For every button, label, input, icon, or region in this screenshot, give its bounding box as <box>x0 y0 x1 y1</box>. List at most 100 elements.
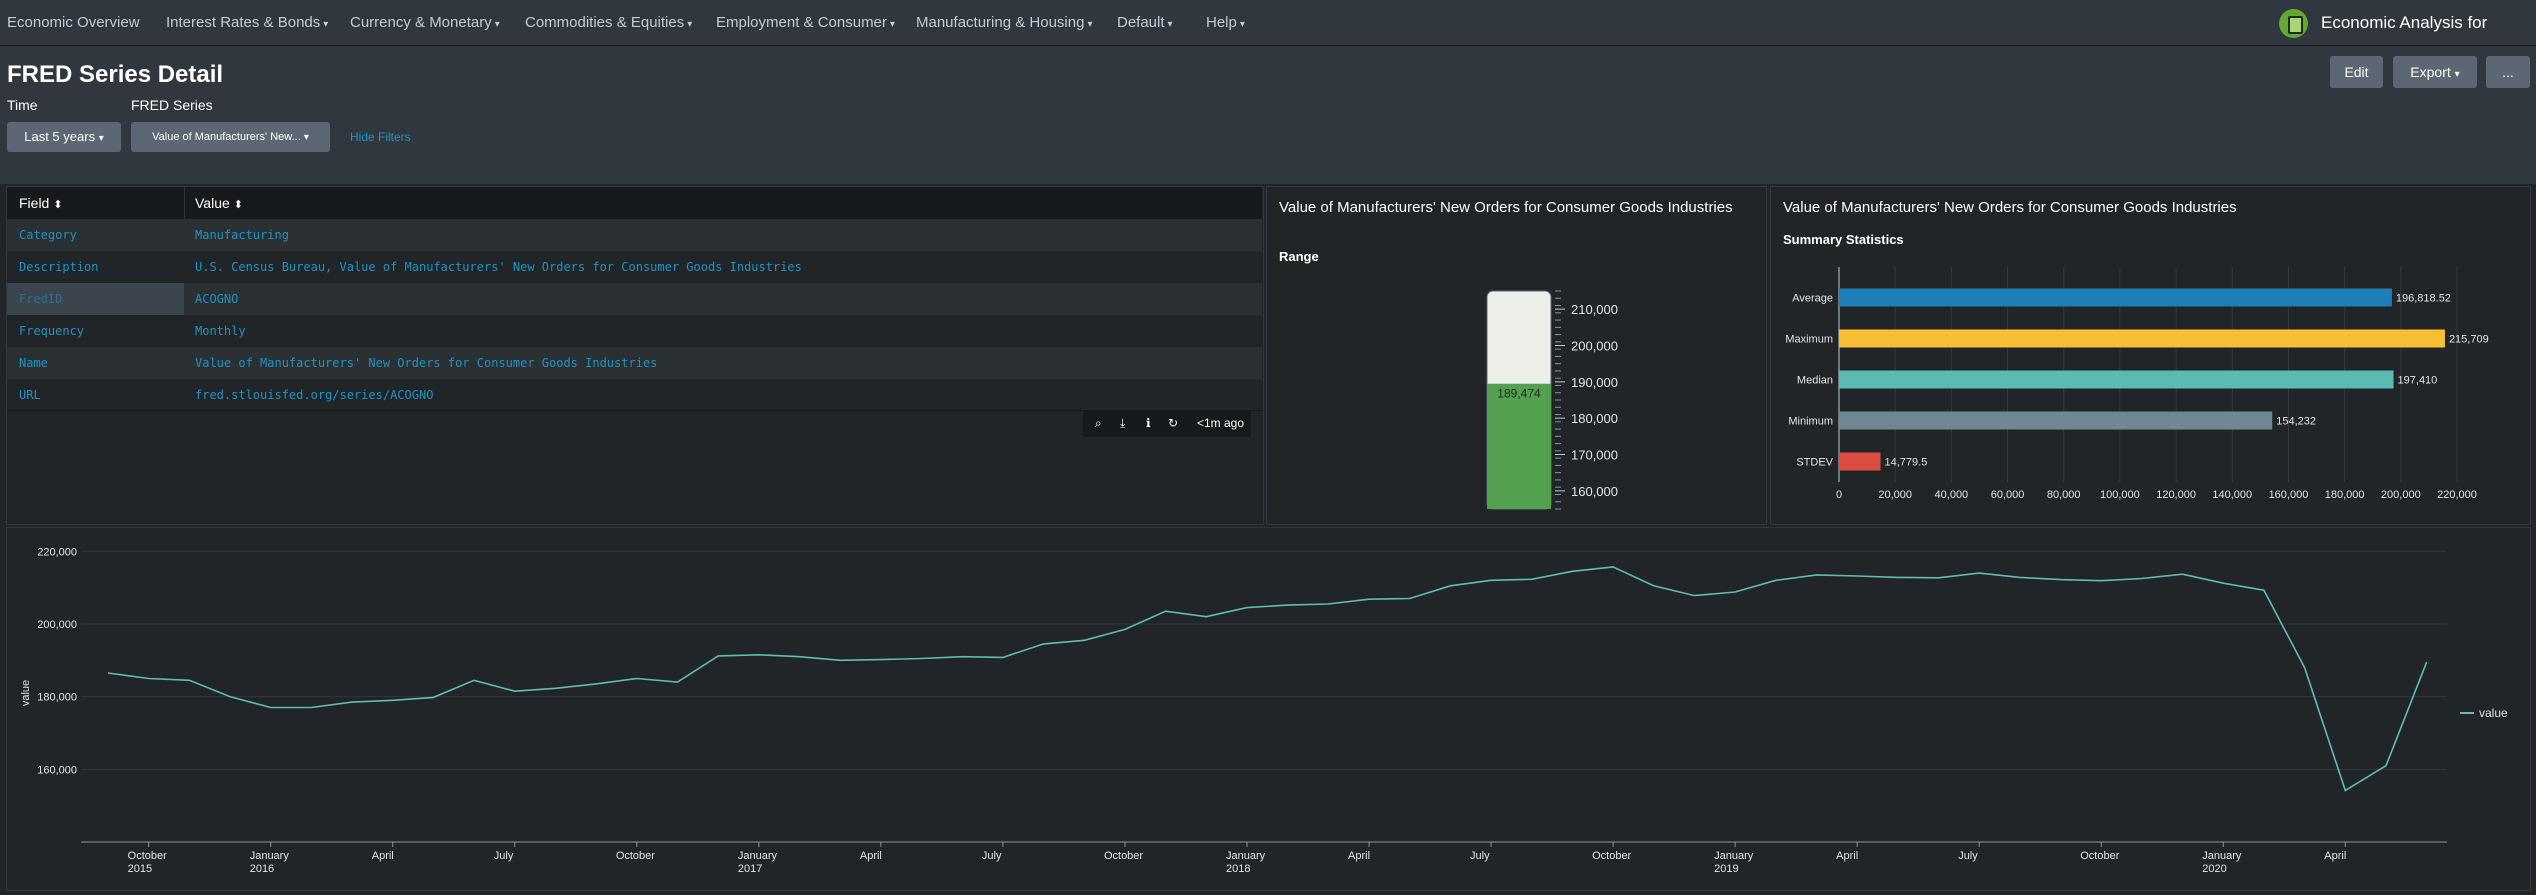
table-header: Field ⬍ Value ⬍ <box>7 187 1262 219</box>
nav-default[interactable]: Default ▾ <box>1117 0 1173 46</box>
top-navbar: Economic Overview Interest Rates & Bonds… <box>0 0 2536 78</box>
field-column-header[interactable]: Field ⬍ <box>19 187 62 221</box>
search-icon[interactable]: ⌕ <box>1095 410 1102 437</box>
table-row[interactable]: Name Value of Manufacturers' New Orders f… <box>7 347 1262 379</box>
refresh-time: <1m ago <box>1197 416 1245 430</box>
caret-down-icon: ▾ <box>323 19 329 30</box>
nav-label: Commodities & Equities <box>525 14 685 31</box>
line-xtick-year: 2017 <box>738 863 762 875</box>
time-picker[interactable]: Last 5 years ▾ <box>7 122 121 152</box>
series-dropdown-value: Value of Manufacturers' New... <box>152 131 301 143</box>
field-cell[interactable]: URL <box>19 379 41 411</box>
nav-label: Help <box>1206 14 1237 31</box>
nav-label: Default <box>1117 14 1165 31</box>
value-column-header[interactable]: Value ⬍ <box>184 187 1262 219</box>
table-row[interactable]: FredID ACOGNO <box>7 283 1262 315</box>
field-cell[interactable]: Description <box>19 251 98 283</box>
line-xtick-year: 2015 <box>128 863 152 875</box>
edit-button[interactable]: Edit <box>2330 56 2383 88</box>
bar-xtick-label: 0 <box>1836 489 1842 501</box>
line-xtick-label: April <box>372 850 394 862</box>
hide-filters-link[interactable]: Hide Filters <box>350 130 411 144</box>
line-ytick-label: 200,000 <box>37 619 77 631</box>
caret-down-icon: ▾ <box>98 133 104 144</box>
line-xtick-label: April <box>860 850 882 862</box>
bar-value-label: 154,232 <box>2276 416 2316 428</box>
line-xtick-label: October <box>1592 850 1631 862</box>
time-filter-label: Time <box>7 97 38 113</box>
nav-currency-monetary[interactable]: Currency & Monetary ▾ <box>350 0 500 46</box>
caret-down-icon: ▾ <box>1087 19 1093 30</box>
nav-manufacturing-housing[interactable]: Manufacturing & Housing ▾ <box>916 0 1092 46</box>
nav-label: Economic Overview <box>7 14 140 31</box>
time-series-line-chart: 220,000 200,000 180,000 160,000 value October… <box>20 546 2508 875</box>
caret-down-icon: ▾ <box>1239 19 1245 30</box>
line-ylabel: value <box>20 680 32 706</box>
line-xtick-label: January <box>250 850 290 862</box>
table-bottom-divider <box>7 410 1262 411</box>
export-button[interactable]: Export ▾ <box>2393 56 2477 88</box>
bar-xtick-label: 80,000 <box>2047 489 2081 501</box>
info-icon[interactable]: ℹ <box>1146 410 1151 437</box>
gauge-value-label: 189,474 <box>1497 387 1541 401</box>
gauge-tick-label: 210,000 <box>1571 302 1618 317</box>
nav-commodities-equities[interactable]: Commodities & Equities ▾ <box>525 0 692 46</box>
table-row[interactable]: Description U.S. Census Bureau, Value of … <box>7 251 1262 283</box>
bar-value-label: 215,709 <box>2449 334 2489 346</box>
nav-economic-overview[interactable]: Economic Overview <box>7 0 140 46</box>
line-xtick-year: 2018 <box>1226 863 1250 875</box>
field-cell[interactable]: Name <box>19 347 48 379</box>
sort-icon: ⬍ <box>53 199 63 211</box>
table-row[interactable]: Frequency Monthly <box>7 315 1262 347</box>
value-cell[interactable]: ACOGNO <box>195 283 238 315</box>
value-cell[interactable]: Manufacturing <box>195 219 289 251</box>
bar-xtick-label: 20,000 <box>1878 489 1912 501</box>
bar-category-label: Average <box>1792 293 1833 305</box>
range-gauge: 189,474 210,000 200,000 190,000 180,000 170,0… <box>1486 290 1618 510</box>
bar-stdev <box>1839 452 1881 471</box>
summary-bar-chart: 0 20,000 40,000 60,000 80,000 100,000 120,000 1… <box>1785 267 2489 501</box>
series-dropdown[interactable]: Value of Manufacturers' New... ▾ <box>131 122 330 152</box>
refresh-icon[interactable]: ↻ <box>1168 410 1178 437</box>
field-cell[interactable]: FredID <box>7 283 184 315</box>
nav-interest-rates-bonds[interactable]: Interest Rates & Bonds ▾ <box>166 0 328 46</box>
line-xtick-label: October <box>1104 850 1143 862</box>
gauge-fill <box>1487 383 1551 509</box>
table-body: Category Manufacturing Description U.S. Ce… <box>7 219 1262 411</box>
caret-down-icon: ▾ <box>1167 19 1173 30</box>
line-xtick-label: October <box>2080 850 2119 862</box>
page-title: FRED Series Detail <box>7 61 224 88</box>
calculator-icon[interactable] <box>2279 9 2308 38</box>
line-xtick-label: January <box>1714 850 1754 862</box>
table-row[interactable]: URL fred.stlouisfed.org/series/ACOGNO <box>7 379 1262 411</box>
field-cell[interactable]: Category <box>19 219 77 251</box>
field-cell[interactable]: Frequency <box>19 315 84 347</box>
line-xtick-label: January <box>2202 850 2242 862</box>
app-title[interactable]: Economic Analysis for Splunk <box>2321 0 2536 78</box>
bar-median <box>1839 370 2394 389</box>
bar-minimum <box>1839 411 2273 430</box>
nav-employment-consumer[interactable]: Employment & Consumer ▾ <box>716 0 895 46</box>
bar-xtick-label: 40,000 <box>1935 489 1969 501</box>
caret-down-icon: ▾ <box>303 132 309 143</box>
line-xtick-year: 2020 <box>2202 863 2226 875</box>
value-cell[interactable]: fred.stlouisfed.org/series/ACOGNO <box>195 379 433 411</box>
line-xtick-label: January <box>738 850 778 862</box>
value-cell[interactable]: Monthly <box>195 315 246 347</box>
bar-xtick-label: 180,000 <box>2325 489 2365 501</box>
bar-category-label: Maximum <box>1785 334 1833 346</box>
value-cell[interactable]: U.S. Census Bureau, Value of Manufacture… <box>195 251 802 283</box>
more-actions-button[interactable]: ... <box>2486 56 2530 88</box>
sort-icon: ⬍ <box>233 199 243 211</box>
bar-xtick-label: 200,000 <box>2381 489 2421 501</box>
bar-xtick-label: 120,000 <box>2156 489 2196 501</box>
bar-xtick-label: 100,000 <box>2100 489 2140 501</box>
nav-help[interactable]: Help ▾ <box>1206 0 1245 46</box>
line-xtick-year: 2016 <box>250 863 274 875</box>
bar-maximum <box>1839 329 2445 348</box>
time-series-panel: 220,000 200,000 180,000 160,000 value October… <box>6 527 2531 891</box>
value-cell[interactable]: Value of Manufacturers' New Orders for C… <box>195 347 657 379</box>
line-ytick-label: 180,000 <box>37 692 77 704</box>
table-row[interactable]: Category Manufacturing <box>7 219 1262 251</box>
download-icon[interactable]: ⤓ <box>1120 410 1125 437</box>
